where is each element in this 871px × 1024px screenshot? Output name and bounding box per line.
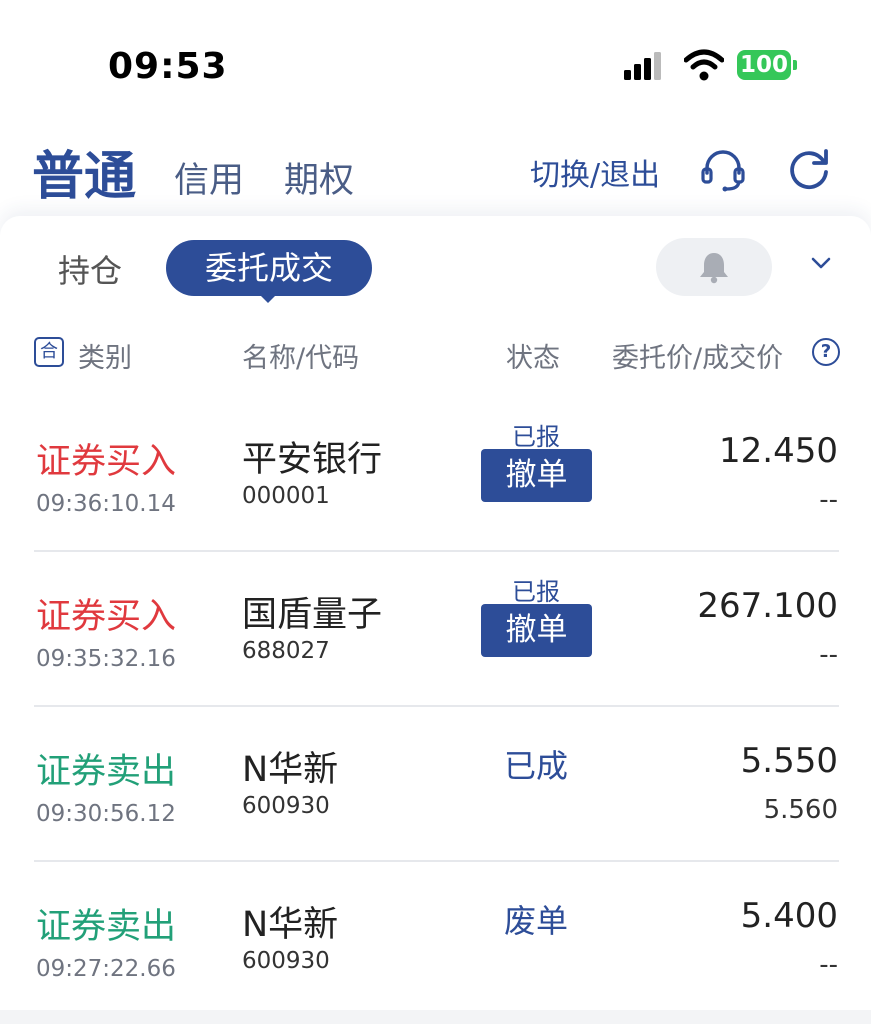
tab-credit[interactable]: 信用: [174, 152, 244, 203]
order-price: 5.550: [740, 741, 838, 781]
bell-icon: [700, 253, 728, 284]
wifi-icon: [684, 49, 724, 81]
stock-code: 688027: [242, 638, 330, 664]
switch-exit-link[interactable]: 切换/退出: [530, 150, 660, 194]
header-price: 委托价/成交价: [612, 343, 784, 374]
cancel-order-button[interactable]: 撤单: [481, 604, 592, 657]
merge-icon[interactable]: 合: [34, 337, 64, 367]
signal-icon: [624, 52, 661, 80]
order-type: 证券卖出: [36, 752, 177, 792]
stock-name: 国盾量子: [242, 595, 383, 635]
order-time: 09:35:32.16: [36, 646, 176, 672]
subtab-pointer: [257, 292, 279, 303]
status-bar: 09:53 100: [0, 0, 871, 120]
order-time: 09:27:22.66: [36, 956, 176, 982]
order-type: 证券买入: [36, 442, 177, 482]
table-row[interactable]: 证券卖出 09:30:56.12 N华新 600930 已成 5.550 5.5…: [0, 707, 871, 862]
battery-indicator: 100: [737, 50, 791, 80]
tab-options[interactable]: 期权: [284, 152, 354, 203]
header-type: 类别: [78, 343, 132, 374]
deal-price: 5.560: [763, 795, 838, 825]
order-status: 已报: [512, 423, 560, 451]
deal-price: --: [819, 950, 838, 980]
subtab-holdings[interactable]: 持仓: [58, 246, 122, 292]
bottom-strip: [0, 1010, 871, 1024]
order-status: 废单: [503, 902, 568, 940]
table-row[interactable]: 证券买入 09:35:32.16 国盾量子 688027 已报 撤单 267.1…: [0, 552, 871, 707]
header-status: 状态: [506, 343, 560, 374]
order-time: 09:36:10.14: [36, 491, 176, 517]
refresh-icon[interactable]: [786, 146, 832, 192]
account-type-nav: 普通 信用 期权 切换/退出: [0, 120, 871, 215]
deal-price: --: [819, 640, 838, 670]
status-time: 09:53: [108, 46, 228, 87]
stock-code: 600930: [242, 948, 330, 974]
stock-name: N华新: [242, 905, 339, 945]
order-price: 267.100: [697, 586, 838, 626]
order-price: 12.450: [719, 431, 838, 471]
deal-price: --: [819, 485, 838, 515]
order-type: 证券卖出: [36, 907, 177, 947]
order-status: 已成: [503, 747, 568, 785]
help-icon[interactable]: ?: [812, 338, 840, 366]
battery-tip: [793, 60, 797, 70]
table-row[interactable]: 证券卖出 09:27:22.66 N华新 600930 废单 5.400 --: [0, 862, 871, 1017]
headset-icon[interactable]: [700, 147, 746, 193]
tab-normal[interactable]: 普通: [32, 134, 136, 209]
table-row[interactable]: 证券买入 09:36:10.14 平安银行 000001 已报 撤单 12.45…: [0, 397, 871, 552]
order-type: 证券买入: [36, 597, 177, 637]
table-header: 合 类别 名称/代码 状态 委托价/成交价 ?: [0, 336, 871, 376]
alert-toggle-button[interactable]: [656, 238, 772, 296]
order-time: 09:30:56.12: [36, 801, 176, 827]
chevron-down-icon[interactable]: [810, 256, 832, 270]
orders-list: 证券买入 09:36:10.14 平安银行 000001 已报 撤单 12.45…: [0, 397, 871, 1017]
order-status: 已报: [512, 578, 560, 606]
order-price: 5.400: [740, 896, 838, 936]
orders-panel: 持仓 委托成交 合 类别 名称/代码 状态 委托价/成交价 ? 证券买入 09:…: [0, 216, 871, 1024]
subtab-orders-deals[interactable]: 委托成交: [166, 240, 372, 296]
stock-code: 600930: [242, 793, 330, 819]
stock-code: 000001: [242, 483, 330, 509]
header-name-code: 名称/代码: [242, 343, 360, 374]
stock-name: N华新: [242, 750, 339, 790]
cancel-order-button[interactable]: 撤单: [481, 449, 592, 502]
stock-name: 平安银行: [242, 440, 383, 480]
